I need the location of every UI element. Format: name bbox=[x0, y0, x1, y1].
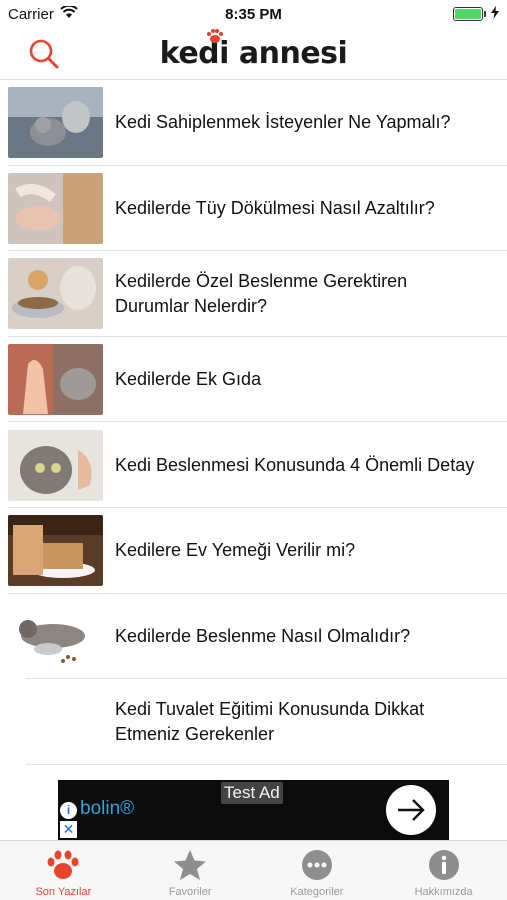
article-list: Kedi Sahiplenmek İsteyenler Ne Yapmalı? … bbox=[0, 80, 507, 765]
article-row[interactable]: Kedilere Ev Yemeği Verilir mi? bbox=[0, 508, 507, 594]
search-icon bbox=[29, 39, 59, 69]
article-thumbnail bbox=[8, 172, 103, 244]
article-thumbnail bbox=[8, 600, 103, 672]
app-header: kedi annesi bbox=[0, 28, 507, 80]
arrow-right-icon bbox=[398, 799, 425, 821]
ad-text: bolin® bbox=[80, 798, 135, 819]
article-row[interactable]: Kedilerde Ek Gıda bbox=[0, 337, 507, 423]
article-title: Kedilerde Ek Gıda bbox=[115, 369, 262, 390]
status-bar: Carrier 8:35 PM bbox=[0, 0, 507, 28]
ad-arrow-button[interactable] bbox=[386, 785, 436, 835]
tab-hakkimizda[interactable]: Hakkımızda bbox=[380, 841, 507, 900]
ad-close-icon[interactable]: ✕ bbox=[60, 821, 77, 838]
article-row[interactable]: Kedi Sahiplenmek İsteyenler Ne Yapmalı? bbox=[0, 80, 507, 166]
article-thumbnail bbox=[8, 344, 103, 416]
article-thumbnail bbox=[8, 429, 103, 501]
article-thumbnail bbox=[8, 258, 103, 330]
article-thumbnail bbox=[8, 87, 103, 159]
article-row[interactable]: Kedi Tuvalet Eğitimi Konusunda Dikkat Et… bbox=[0, 679, 507, 765]
app-logo: kedi annesi bbox=[159, 29, 348, 71]
article-row[interactable]: Kedilerde Beslenme Nasıl Olmalıdır? bbox=[0, 594, 507, 680]
ad-label: Test Ad bbox=[221, 782, 283, 804]
tab-label: Kategoriler bbox=[290, 886, 344, 898]
article-title: Kedilerde Özel Beslenme Gerektiren Durum… bbox=[115, 270, 408, 316]
ad-info-icon[interactable]: i bbox=[60, 802, 77, 819]
article-thumbnail bbox=[8, 515, 103, 587]
tab-favoriler[interactable]: Favoriler bbox=[127, 841, 254, 900]
article-thumbnail bbox=[8, 686, 103, 758]
star-icon bbox=[174, 850, 207, 880]
article-title: Kedi Tuvalet Eğitimi Konusunda Dikkat Et… bbox=[115, 698, 425, 744]
charging-icon bbox=[491, 5, 499, 23]
carrier-label: Carrier bbox=[8, 5, 54, 23]
battery-icon bbox=[453, 7, 486, 21]
tab-label: Favoriler bbox=[168, 886, 212, 898]
tab-label: Son Yazılar bbox=[35, 886, 92, 898]
article-row[interactable]: Kedilerde Özel Beslenme Gerektiren Durum… bbox=[0, 251, 507, 337]
paw-icon bbox=[47, 850, 79, 879]
article-row[interactable]: Kedilerde Tüy Dökülmesi Nasıl Azaltılır? bbox=[0, 166, 507, 252]
logo-paw-icon bbox=[206, 29, 223, 43]
search-button[interactable] bbox=[26, 36, 62, 72]
article-title: Kedi Beslenmesi Konusunda 4 Önemli Detay bbox=[115, 454, 475, 475]
more-icon bbox=[301, 850, 332, 880]
tab-kategoriler[interactable]: Kategoriler bbox=[254, 841, 381, 900]
article-title: Kedilerde Tüy Dökülmesi Nasıl Azaltılır? bbox=[115, 197, 435, 218]
tab-bar: Son Yazılar Favoriler Kategoriler Hakkım… bbox=[0, 840, 507, 900]
wifi-icon bbox=[60, 4, 78, 23]
article-row[interactable]: Kedi Beslenmesi Konusunda 4 Önemli Detay bbox=[0, 422, 507, 508]
article-title: Kedilere Ev Yemeği Verilir mi? bbox=[115, 540, 356, 561]
logo-text: kedi annesi bbox=[159, 36, 348, 71]
info-icon bbox=[428, 850, 459, 880]
tab-label: Hakkımızda bbox=[414, 886, 473, 898]
ad-banner[interactable]: Test Ad i ✕ bolin® bbox=[58, 780, 449, 840]
article-title: Kedi Sahiplenmek İsteyenler Ne Yapmalı? bbox=[115, 112, 451, 133]
tab-son-yazilar[interactable]: Son Yazılar bbox=[0, 841, 127, 900]
article-title: Kedilerde Beslenme Nasıl Olmalıdır? bbox=[115, 625, 411, 646]
